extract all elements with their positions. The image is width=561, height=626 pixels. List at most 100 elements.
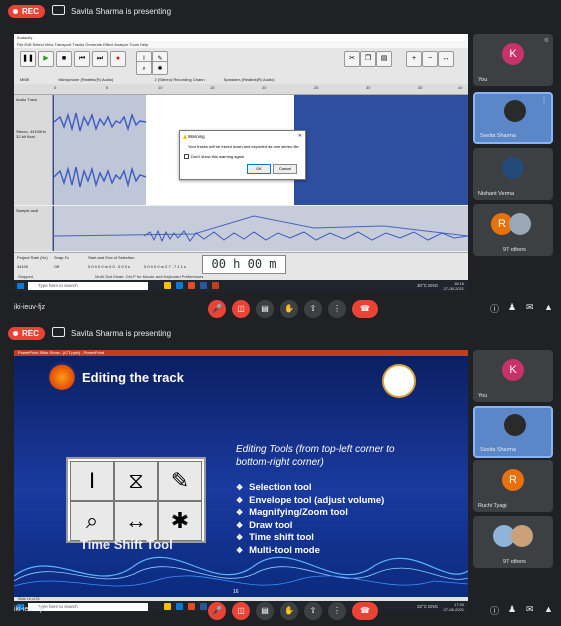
cancel-button[interactable]: Cancel — [273, 164, 297, 174]
people-icon[interactable]: ♟ — [508, 302, 516, 313]
play-button[interactable]: ▶ — [38, 51, 54, 67]
end-call-button[interactable]: ☎ — [352, 602, 378, 620]
ruler-tick: 40 — [458, 85, 463, 90]
dialog-message: Your tracks will be mixed down and expor… — [188, 144, 300, 149]
zoom-tool-icon[interactable]: ⌕ — [136, 61, 152, 75]
envelope-tool-icon: ⧖ — [114, 461, 158, 501]
ruler-tick: 30 — [366, 85, 371, 90]
participant-tile-presenter[interactable]: Savita Sharma ⋮ — [473, 92, 553, 144]
raise-hand-button[interactable]: ✋ — [280, 602, 298, 620]
stop-button[interactable]: ■ — [56, 51, 72, 67]
audacity-menu-bar[interactable]: File Edit Select View Transport Tracks G… — [14, 41, 468, 48]
zoom-tool-icon: ⌕ — [70, 501, 114, 541]
selection-start[interactable]: 0 0 h 0 0 m 0 0 . 0 0 0 s — [88, 264, 130, 269]
participant-tile-you[interactable]: K You — [473, 350, 553, 402]
copy-icon[interactable]: ❐ — [360, 51, 376, 67]
participant-tile-others[interactable]: R 97 others — [473, 204, 553, 256]
record-button[interactable]: ● — [110, 51, 126, 67]
tile-name: 97 others — [503, 559, 526, 565]
checkbox-label: Don't show this warning again — [191, 154, 245, 159]
people-icon[interactable]: ♟ — [508, 604, 516, 615]
system-tray[interactable]: 30°C ENG — [417, 283, 438, 288]
powerpoint-icon[interactable] — [212, 282, 219, 289]
meet-top-bar: REC Savita Sharma is presenting — [0, 0, 561, 22]
chat-icon[interactable]: ✉ — [526, 302, 534, 313]
participant-tile-presenter[interactable]: Savita Sharma — [473, 406, 553, 458]
skip-end-button[interactable]: ⏭ — [92, 51, 108, 67]
info-icon[interactable]: ⓘ — [490, 302, 499, 315]
mic-select[interactable]: Microphone (Realtek(R) Audio) — [58, 77, 113, 82]
project-rate-select[interactable]: 44100 — [17, 264, 28, 269]
captions-button[interactable]: ▤ — [256, 602, 274, 620]
checkbox-icon[interactable] — [184, 154, 189, 159]
presenting-banner: Savita Sharma is presenting — [52, 5, 171, 18]
waveform-2[interactable] — [53, 206, 469, 251]
meet-window-audacity: REC Savita Sharma is presenting Audacity… — [0, 0, 561, 322]
presenter-video — [504, 100, 526, 122]
file-explorer-icon[interactable] — [164, 282, 171, 289]
selection-tool-icon: I — [70, 461, 114, 501]
participant-tile[interactable]: R Ruchi Tyagi — [473, 460, 553, 512]
selection-end[interactable]: 0 0 h 0 0 m 2 7 . 7 1 1 s — [144, 264, 186, 269]
shared-screen: PowerPoint Slide Show - [ICT.pptx] - Pow… — [14, 350, 468, 612]
taskbar-search[interactable]: Type here to search — [28, 282, 148, 290]
more-options-button[interactable]: ⋮ — [328, 602, 346, 620]
waveform-envelope — [53, 215, 469, 243]
audio-track-2[interactable]: Sample audi — [14, 206, 469, 251]
info-icon[interactable]: ⓘ — [490, 604, 499, 617]
avatar-group — [509, 213, 531, 235]
word-icon[interactable] — [200, 282, 207, 289]
participant-tile[interactable]: Nishant Verma — [473, 148, 553, 200]
slide-number: 16 — [233, 589, 239, 595]
more-options-icon[interactable]: ⋮ — [541, 97, 547, 104]
dont-show-checkbox[interactable]: Don't show this warning again — [184, 154, 244, 159]
track-control-panel-2[interactable]: Sample audi — [14, 206, 53, 251]
fit-icon[interactable]: ↔ — [438, 51, 454, 67]
audacity-title: Audacity — [14, 34, 468, 41]
activities-icon[interactable]: ▲ — [544, 302, 553, 312]
camera-off-button[interactable]: ◫ — [232, 602, 250, 620]
host-select[interactable]: MME — [20, 77, 29, 82]
tile-name: 97 others — [503, 247, 526, 253]
meet-top-bar: REC Savita Sharma is presenting — [0, 322, 561, 344]
skip-start-button[interactable]: ⏮ — [74, 51, 90, 67]
multi-tool-icon[interactable]: ✱ — [152, 61, 168, 75]
chat-icon[interactable]: ✉ — [526, 604, 534, 615]
captions-button[interactable]: ▤ — [256, 300, 274, 318]
timeline-ruler[interactable]: 0 5 10 15 20 25 30 35 40 — [14, 84, 468, 95]
zoom-in-icon[interactable]: + — [406, 51, 422, 67]
ruler-tick: 15 — [210, 85, 215, 90]
waveform[interactable] — [53, 95, 147, 205]
activities-icon[interactable]: ▲ — [544, 604, 553, 614]
more-options-button[interactable]: ⋮ — [328, 300, 346, 318]
speaker-select[interactable]: Speakers (Realtek(R) Audio) — [224, 77, 275, 82]
channels-select[interactable]: 2 (Stereo) Recording Chann — [155, 77, 205, 82]
cut-icon[interactable]: ✂ — [344, 51, 360, 67]
close-icon[interactable]: ✕ — [298, 133, 302, 139]
present-button[interactable]: ⇧ — [304, 602, 322, 620]
mic-off-button[interactable]: 🎤 — [208, 300, 226, 318]
participant-tile-others[interactable]: 97 others — [473, 516, 553, 568]
end-call-button[interactable]: ☎ — [352, 300, 378, 318]
raise-hand-button[interactable]: ✋ — [280, 300, 298, 318]
ok-button[interactable]: OK — [247, 164, 271, 174]
camera-off-button[interactable]: ◫ — [232, 300, 250, 318]
edge-icon[interactable] — [176, 282, 183, 289]
paste-icon[interactable]: ▤ — [376, 51, 392, 67]
selection-toolbar: Project Rate (Hz) 44100 Snap-To Off Star… — [14, 252, 468, 288]
shared-screen: Audacity File Edit Select View Transport… — [14, 34, 469, 292]
mic-off-button[interactable]: 🎤 — [208, 602, 226, 620]
chrome-icon[interactable] — [188, 282, 195, 289]
slide: Editing the track I ⧖ ✎ ⌕ ↔ ✱ Time Shift… — [14, 356, 468, 597]
present-button[interactable]: ⇧ — [304, 300, 322, 318]
windows-start-icon[interactable] — [17, 283, 24, 289]
snap-to-select[interactable]: Off — [54, 264, 59, 269]
zoom-out-icon[interactable]: − — [422, 51, 438, 67]
list-item: Selection tool — [236, 482, 384, 495]
pause-button[interactable]: ❚❚ — [20, 51, 36, 67]
track-control-panel[interactable]: Audio Track Stereo, 44100Hz 32-bit float — [14, 95, 53, 205]
institution-seal-icon — [382, 364, 416, 398]
warning-dialog: Warning ✕ Your tracks will be mixed down… — [179, 130, 306, 180]
participant-tile-you[interactable]: K You ⚙ — [473, 34, 553, 86]
time-shift-tool-icon: ↔ — [114, 501, 158, 541]
